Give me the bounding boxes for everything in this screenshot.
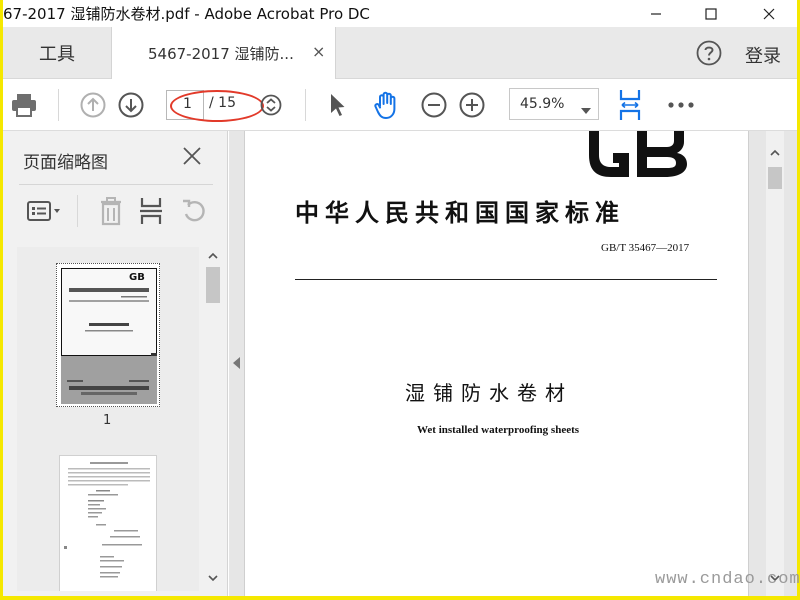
panel-close-icon[interactable] — [181, 145, 203, 171]
rotate-icon[interactable] — [179, 195, 209, 227]
standard-code: GB/T 35467—2017 — [601, 242, 690, 254]
panel-title: 页面缩略图 — [23, 153, 108, 173]
trash-icon[interactable] — [96, 195, 126, 227]
arrow-up-circle-icon[interactable] — [79, 91, 107, 119]
zoom-out-icon[interactable] — [420, 91, 448, 119]
hand-icon[interactable] — [369, 89, 403, 121]
thumbnail-options-icon[interactable] — [25, 197, 65, 225]
thumbnail-page-1-label: 1 — [103, 413, 112, 428]
more-icon[interactable] — [667, 93, 695, 117]
left-panel-toggle-icon[interactable] — [231, 353, 243, 373]
page-nav-icon[interactable] — [259, 93, 283, 117]
toolbar-separator — [305, 89, 306, 121]
thumbnail-page-1-preview: GB — [60, 267, 158, 404]
panel-toolbar — [3, 191, 228, 231]
standard-title: 中华人民共和国国家标准 — [295, 198, 625, 227]
cursor-arrow-icon[interactable] — [325, 91, 349, 119]
tab-close-icon[interactable]: × — [312, 42, 325, 61]
header-rule — [295, 279, 717, 280]
panel-separator — [77, 195, 78, 227]
gb-logo-text: GB — [625, 144, 627, 146]
thumbnail-scrollbar[interactable] — [204, 247, 222, 591]
main-toolbar: 1 / 15 45.9% — [3, 79, 797, 131]
maximize-icon[interactable] — [688, 0, 734, 27]
thumbnail-list[interactable]: GB 1 — [17, 247, 199, 591]
help-icon[interactable] — [696, 40, 722, 66]
site-watermark: www.cndao.com — [655, 570, 800, 589]
fit-page-icon[interactable] — [615, 87, 645, 123]
thumbnail-page-2[interactable] — [59, 455, 157, 591]
login-button[interactable]: 登录 — [745, 42, 781, 68]
tab-bar: 工具 5467-2017 湿铺防... × 登录 — [3, 27, 797, 80]
document-title-en: Wet installed waterproofing sheets — [417, 424, 580, 436]
scroll-up-icon[interactable] — [208, 252, 218, 259]
zoom-value: 45.9% — [520, 96, 565, 112]
thumbnail-scroll-thumb[interactable] — [206, 267, 220, 303]
gb-logo: GB — [589, 131, 687, 177]
pdf-page: GB 中华人民共和国国家标准 GB/T 35467—2017 湿铺防水卷材 We… — [244, 131, 749, 596]
thumbnail-page-1[interactable]: GB — [56, 263, 160, 407]
minimize-icon[interactable] — [633, 0, 679, 27]
svg-text:GB: GB — [129, 272, 145, 283]
print-icon[interactable] — [9, 90, 39, 120]
tab-tools[interactable]: 工具 — [3, 27, 111, 79]
tab-document[interactable]: 5467-2017 湿铺防... × — [111, 27, 336, 80]
tab-document-label: 5467-2017 湿铺防... — [148, 45, 294, 63]
zoom-in-icon[interactable] — [458, 91, 486, 119]
document-title-cn: 湿铺防水卷材 — [405, 381, 573, 405]
close-window-icon[interactable] — [746, 0, 792, 27]
scroll-down-icon[interactable] — [208, 575, 218, 582]
zoom-select[interactable]: 45.9% — [509, 88, 599, 120]
title-bar: 67-2017 湿铺防水卷材.pdf - Adobe Acrobat Pro D… — [3, 0, 797, 27]
toolbar-separator — [58, 89, 59, 121]
extract-pages-icon[interactable] — [137, 195, 165, 227]
panel-divider — [19, 184, 213, 185]
window-title: 67-2017 湿铺防水卷材.pdf - Adobe Acrobat Pro D… — [3, 5, 370, 23]
document-scroll-thumb[interactable] — [768, 167, 782, 189]
chevron-down-icon — [581, 102, 591, 118]
acrobat-window: 67-2017 湿铺防水卷材.pdf - Adobe Acrobat Pro D… — [3, 0, 797, 596]
document-view[interactable]: GB 中华人民共和国国家标准 GB/T 35467—2017 湿铺防水卷材 We… — [229, 131, 797, 596]
arrow-down-circle-icon[interactable] — [117, 91, 145, 119]
annotation-circle — [170, 90, 264, 122]
doc-scroll-up-icon[interactable] — [770, 149, 780, 156]
thumbnail-panel: 页面缩略图 GB 1 — [3, 131, 228, 596]
document-scrollbar[interactable] — [766, 131, 784, 596]
